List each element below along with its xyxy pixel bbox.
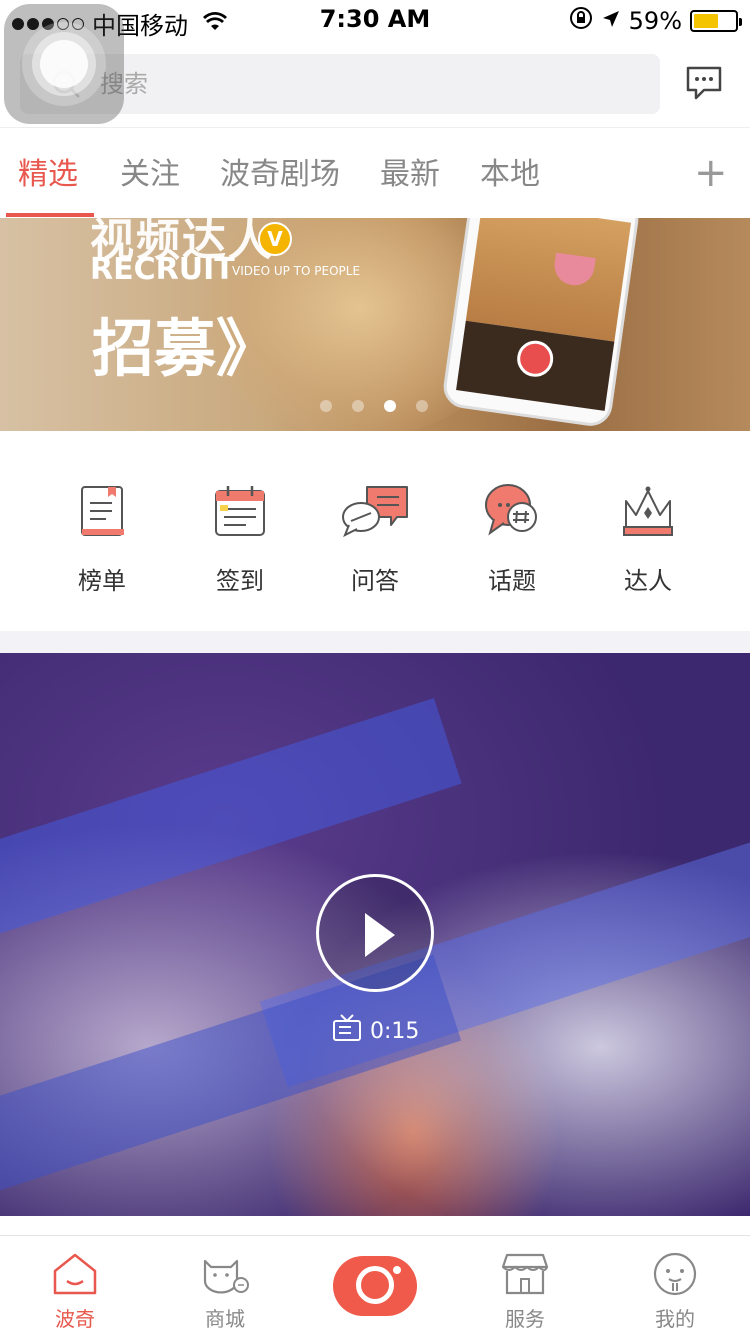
nav-home[interactable]: 波奇	[25, 1250, 125, 1332]
banner-headline: 招募》	[92, 312, 279, 385]
duration-text: 0:15	[370, 1018, 420, 1044]
qa-icon	[315, 479, 435, 543]
category-ranking[interactable]: 榜单	[42, 479, 162, 597]
banner-phone-image	[440, 218, 642, 429]
banner-carousel[interactable]: 视频达人 V RECRUIT VIDEO UP TO PEOPLE 招募》	[0, 218, 750, 431]
category-qa[interactable]: 问答	[315, 479, 435, 597]
banner-v-badge: V	[258, 222, 292, 256]
nav-label: 商城	[205, 1307, 245, 1331]
category-label: 榜单	[78, 567, 126, 595]
calendar-icon	[180, 479, 300, 543]
category-expert[interactable]: 达人	[588, 479, 708, 597]
tab-theater[interactable]: 波奇剧场	[220, 155, 340, 195]
category-grid: 榜单 签到 问答 话题 达人	[0, 431, 750, 631]
pager-dot[interactable]	[352, 400, 364, 412]
tab-following[interactable]: 关注	[120, 155, 180, 195]
profile-icon	[625, 1250, 725, 1298]
bottom-nav: 波奇 商城 服务 我的	[0, 1235, 750, 1334]
category-label: 达人	[624, 567, 672, 595]
nav-profile[interactable]: 我的	[625, 1250, 725, 1332]
home-icon	[25, 1250, 125, 1298]
message-icon[interactable]	[684, 62, 724, 106]
channel-tabs: 精选 关注 波奇剧场 最新 本地 +	[0, 129, 750, 218]
nav-label: 服务	[505, 1307, 545, 1331]
pager-dot[interactable]	[320, 400, 332, 412]
nav-label: 波奇	[55, 1307, 95, 1331]
store-icon	[475, 1250, 575, 1298]
banner-recruit-text: RECRUIT	[90, 252, 235, 287]
section-divider	[0, 631, 750, 653]
banner-subtitle: VIDEO UP TO PEOPLE	[232, 264, 361, 278]
category-topic[interactable]: 话题	[452, 479, 572, 597]
nav-label: 我的	[655, 1307, 695, 1331]
crown-icon	[588, 479, 708, 543]
play-button[interactable]	[316, 874, 434, 992]
banner-pager	[320, 400, 428, 412]
battery-percent: 59%	[628, 7, 682, 35]
tab-featured[interactable]: 精选	[18, 155, 78, 195]
status-right: 59%	[569, 6, 742, 36]
pager-dot[interactable]	[384, 400, 396, 412]
tab-latest[interactable]: 最新	[380, 155, 440, 195]
location-icon	[601, 7, 621, 35]
ranking-icon	[42, 479, 162, 543]
tv-icon	[332, 1014, 362, 1048]
pager-dot[interactable]	[416, 400, 428, 412]
category-label: 话题	[488, 567, 536, 595]
camera-button[interactable]	[333, 1256, 417, 1316]
active-tab-indicator	[6, 213, 94, 217]
shop-cat-icon	[175, 1250, 275, 1298]
video-duration: 0:15	[332, 1014, 419, 1048]
assistive-touch-button[interactable]	[4, 4, 124, 124]
category-checkin[interactable]: 签到	[180, 479, 300, 597]
topic-icon	[452, 479, 572, 543]
add-tab-button[interactable]: +	[694, 153, 728, 193]
nav-shop[interactable]: 商城	[175, 1250, 275, 1332]
battery-icon	[690, 10, 742, 32]
category-label: 问答	[351, 567, 399, 595]
camera-icon	[356, 1266, 394, 1304]
category-label: 签到	[216, 567, 264, 595]
tab-local[interactable]: 本地	[480, 155, 540, 195]
rotation-lock-icon	[569, 6, 593, 36]
video-card[interactable]: 0:15	[0, 653, 750, 1216]
nav-service[interactable]: 服务	[475, 1250, 575, 1332]
